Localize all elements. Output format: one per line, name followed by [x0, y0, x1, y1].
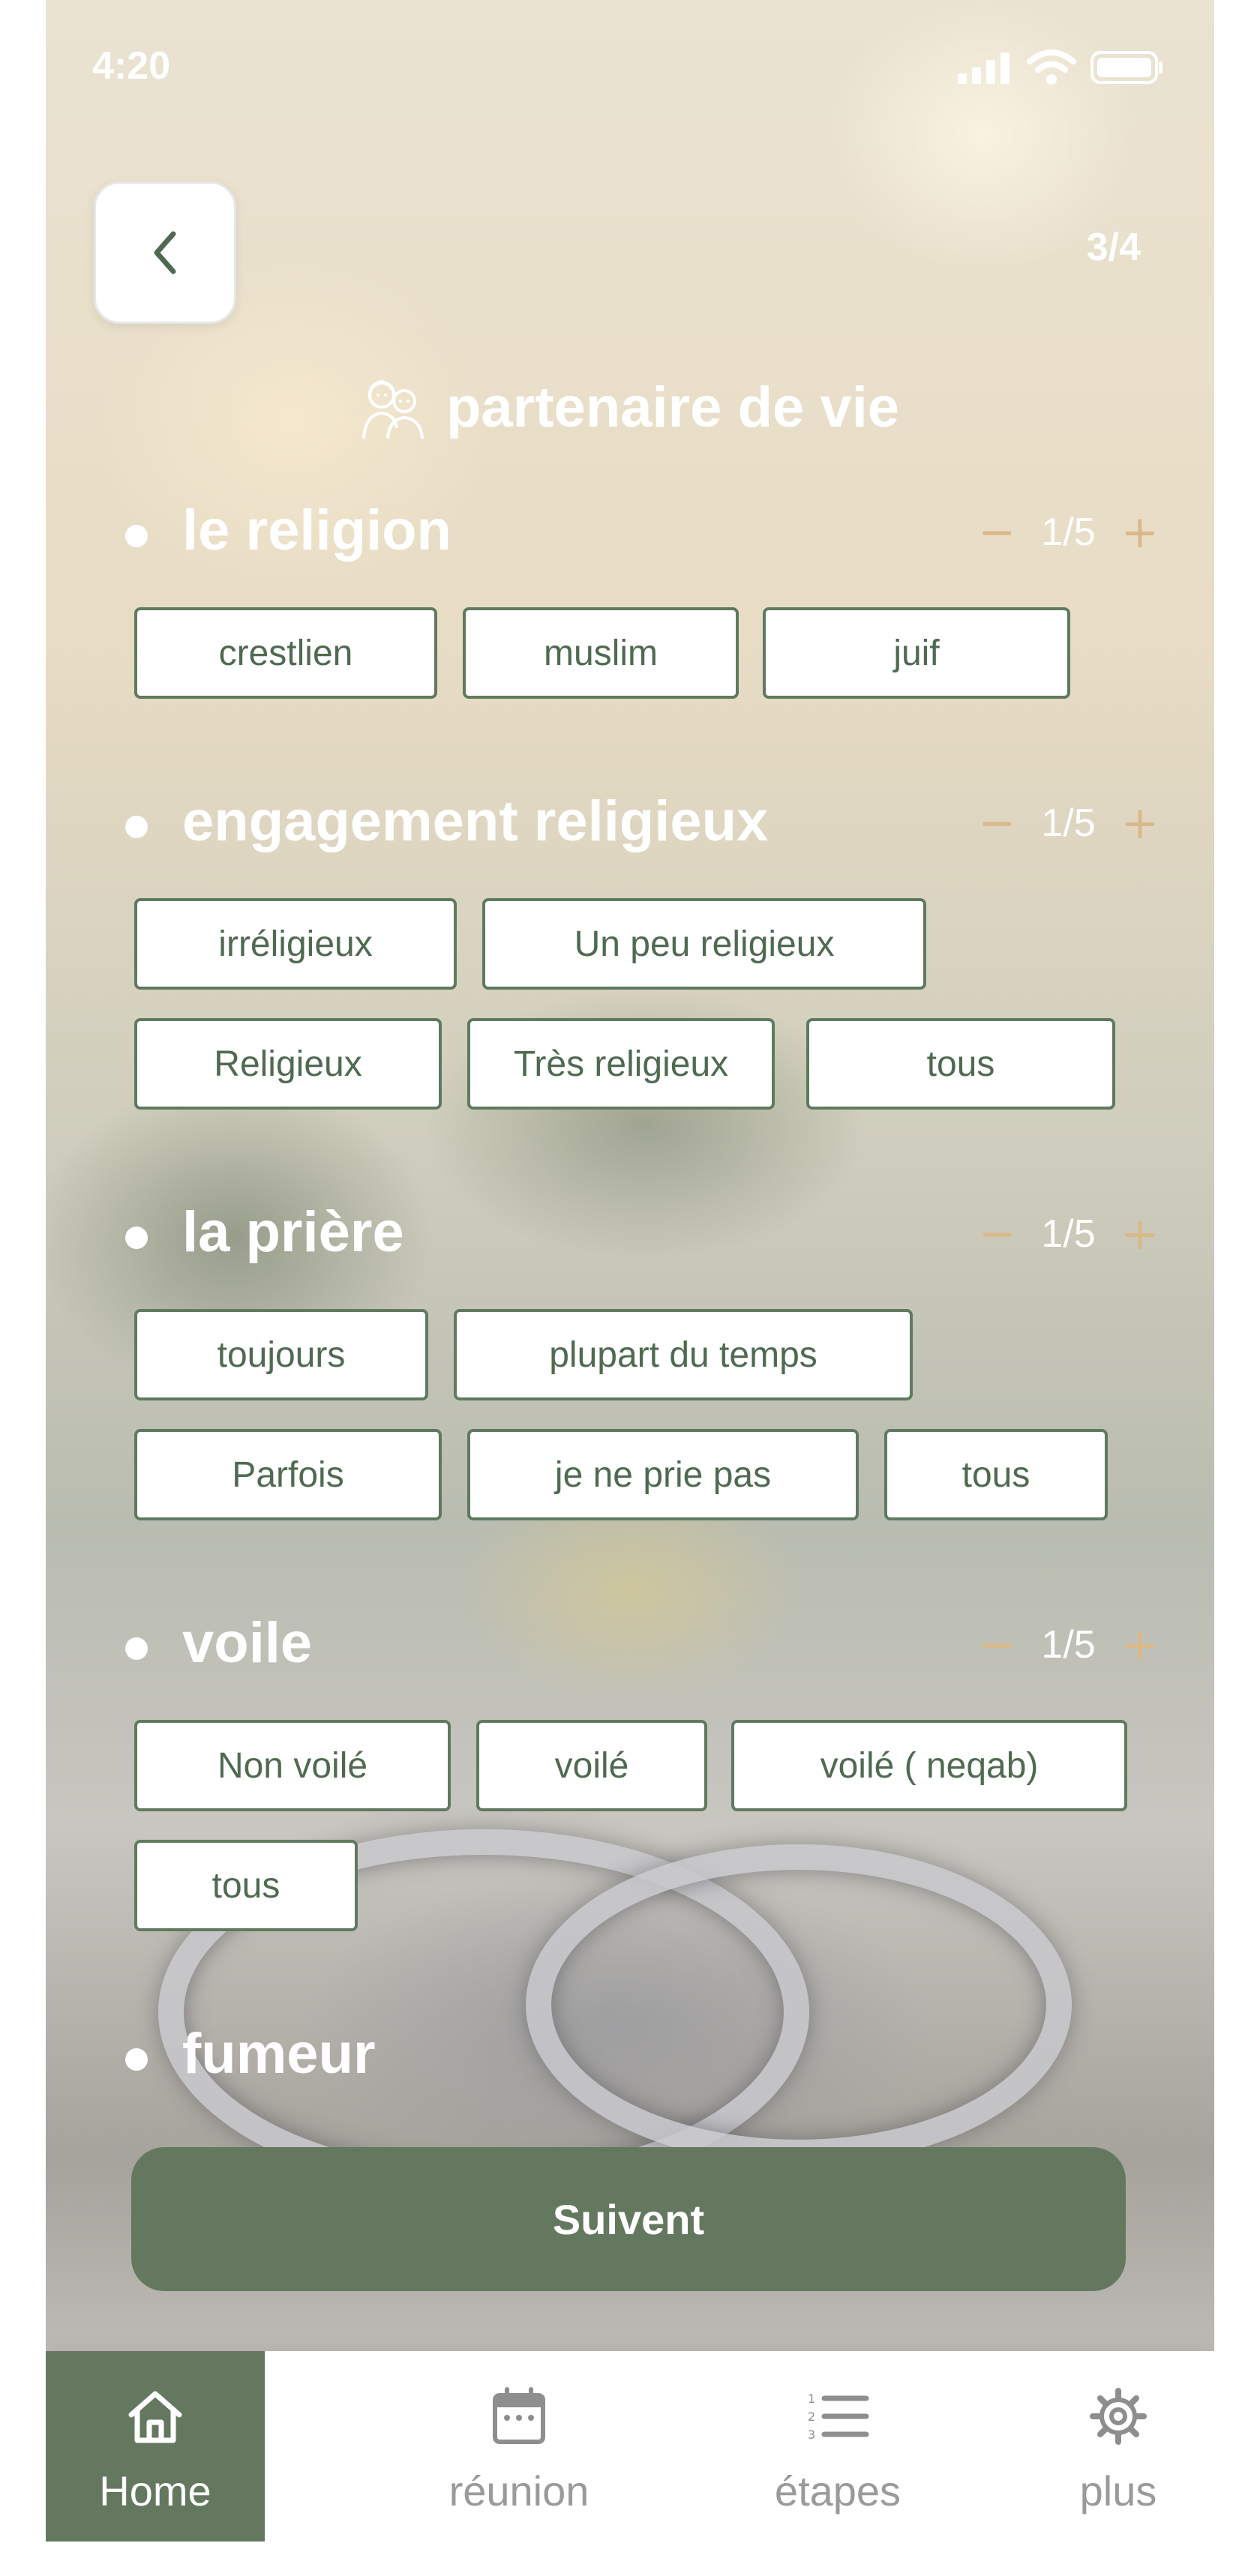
option-chip[interactable]: irréligieux	[134, 898, 457, 990]
counter-value: 1/5	[1041, 1623, 1096, 1667]
option-chip[interactable]: Un peu religieux	[482, 898, 926, 990]
back-button[interactable]	[94, 181, 236, 324]
signal-icon	[958, 52, 1010, 84]
option-chip[interactable]: Non voilé	[134, 1720, 451, 1811]
option-chip[interactable]: Parfois	[134, 1429, 442, 1520]
page-title-text: partenaire de vie	[446, 376, 900, 439]
section-prayer: la prière − 1/5 + toujours plupart du te…	[46, 1198, 1214, 1543]
home-icon	[128, 2391, 182, 2443]
bullet	[125, 525, 148, 547]
option-chip[interactable]: Très religieux	[467, 1018, 775, 1110]
option-chip[interactable]: voilé ( neqab)	[731, 1720, 1127, 1811]
option-chip[interactable]: juif	[763, 607, 1070, 699]
counter-value: 1/5	[1041, 511, 1096, 554]
section-smoker: fumeur	[46, 2020, 1214, 2102]
list-icon: 1 2 3	[808, 2392, 869, 2442]
bottom-tab-bar: Home réunion 1 2 3 étapes plus	[46, 2351, 1214, 2542]
section-title: la prière	[182, 1200, 404, 1264]
increment-button[interactable]: +	[1121, 801, 1159, 846]
decrement-button[interactable]: −	[978, 801, 1016, 846]
couple-icon	[362, 379, 424, 439]
section-title: le religion	[182, 499, 452, 562]
option-chip[interactable]: tous	[884, 1429, 1108, 1520]
tab-label: plus	[1079, 2467, 1157, 2515]
increment-button[interactable]: +	[1121, 1622, 1159, 1667]
wifi-icon	[1027, 49, 1076, 85]
increment-button[interactable]: +	[1121, 510, 1159, 555]
counter-value: 1/5	[1041, 801, 1096, 845]
section-religion: le religion − 1/5 + crestlien muslim jui…	[46, 496, 1214, 721]
option-chip[interactable]: tous	[806, 1018, 1115, 1110]
section-title: fumeur	[182, 2022, 376, 2086]
counter: − 1/5 +	[978, 1212, 1159, 1257]
option-chip[interactable]: Religieux	[134, 1018, 442, 1110]
calendar-icon	[493, 2387, 545, 2444]
counter: − 1/5 +	[978, 801, 1159, 846]
svg-text:2: 2	[808, 2410, 815, 2424]
section-title: engagement religieux	[182, 789, 769, 853]
option-chip[interactable]: toujours	[134, 1309, 428, 1400]
status-icons	[956, 49, 1165, 85]
decrement-button[interactable]: −	[978, 1622, 1016, 1667]
tab-home[interactable]: Home	[46, 2351, 265, 2542]
status-time: 4:20	[92, 44, 171, 88]
battery-icon	[1090, 51, 1162, 84]
counter: − 1/5 +	[978, 1622, 1159, 1667]
phone-screen: 4:20 3/4 partenaire de vie le religion −…	[46, 0, 1214, 2542]
option-chip[interactable]: voilé	[476, 1720, 707, 1811]
page-title: partenaire de vie	[46, 375, 1214, 440]
gear-icon	[1090, 2388, 1147, 2445]
counter: − 1/5 +	[978, 510, 1159, 555]
option-chip[interactable]: crestlien	[134, 607, 437, 699]
counter-value: 1/5	[1041, 1212, 1096, 1256]
section-veil: voile − 1/5 + Non voilé voilé voilé ( ne…	[46, 1609, 1214, 1954]
tab-label: étapes	[774, 2467, 902, 2515]
option-chip[interactable]: plupart du temps	[454, 1309, 913, 1400]
bullet	[125, 1637, 148, 1660]
tab-steps[interactable]: 1 2 3 étapes	[695, 2351, 980, 2542]
bullet	[125, 1227, 148, 1249]
increment-button[interactable]: +	[1121, 1212, 1159, 1257]
decrement-button[interactable]: −	[978, 1212, 1016, 1257]
svg-text:3: 3	[808, 2428, 815, 2442]
next-button[interactable]: Suivent	[131, 2147, 1126, 2291]
svg-text:1: 1	[808, 2392, 815, 2406]
bullet	[125, 816, 148, 838]
bullet	[125, 2048, 148, 2071]
section-religious-commitment: engagement religieux − 1/5 + irréligieux…	[46, 787, 1214, 1132]
page-indicator: 3/4	[1086, 226, 1141, 269]
tab-label: réunion	[448, 2467, 590, 2515]
option-chip[interactable]: muslim	[463, 607, 739, 699]
section-title: voile	[182, 1611, 313, 1675]
tab-label: Home	[99, 2467, 212, 2515]
tab-meeting[interactable]: réunion	[373, 2351, 665, 2542]
tab-more[interactable]: plus	[1021, 2351, 1214, 2542]
option-chip[interactable]: tous	[134, 1840, 358, 1931]
decrement-button[interactable]: −	[978, 510, 1016, 555]
chevron-left-icon	[154, 231, 176, 274]
option-chip[interactable]: je ne prie pas	[467, 1429, 859, 1520]
